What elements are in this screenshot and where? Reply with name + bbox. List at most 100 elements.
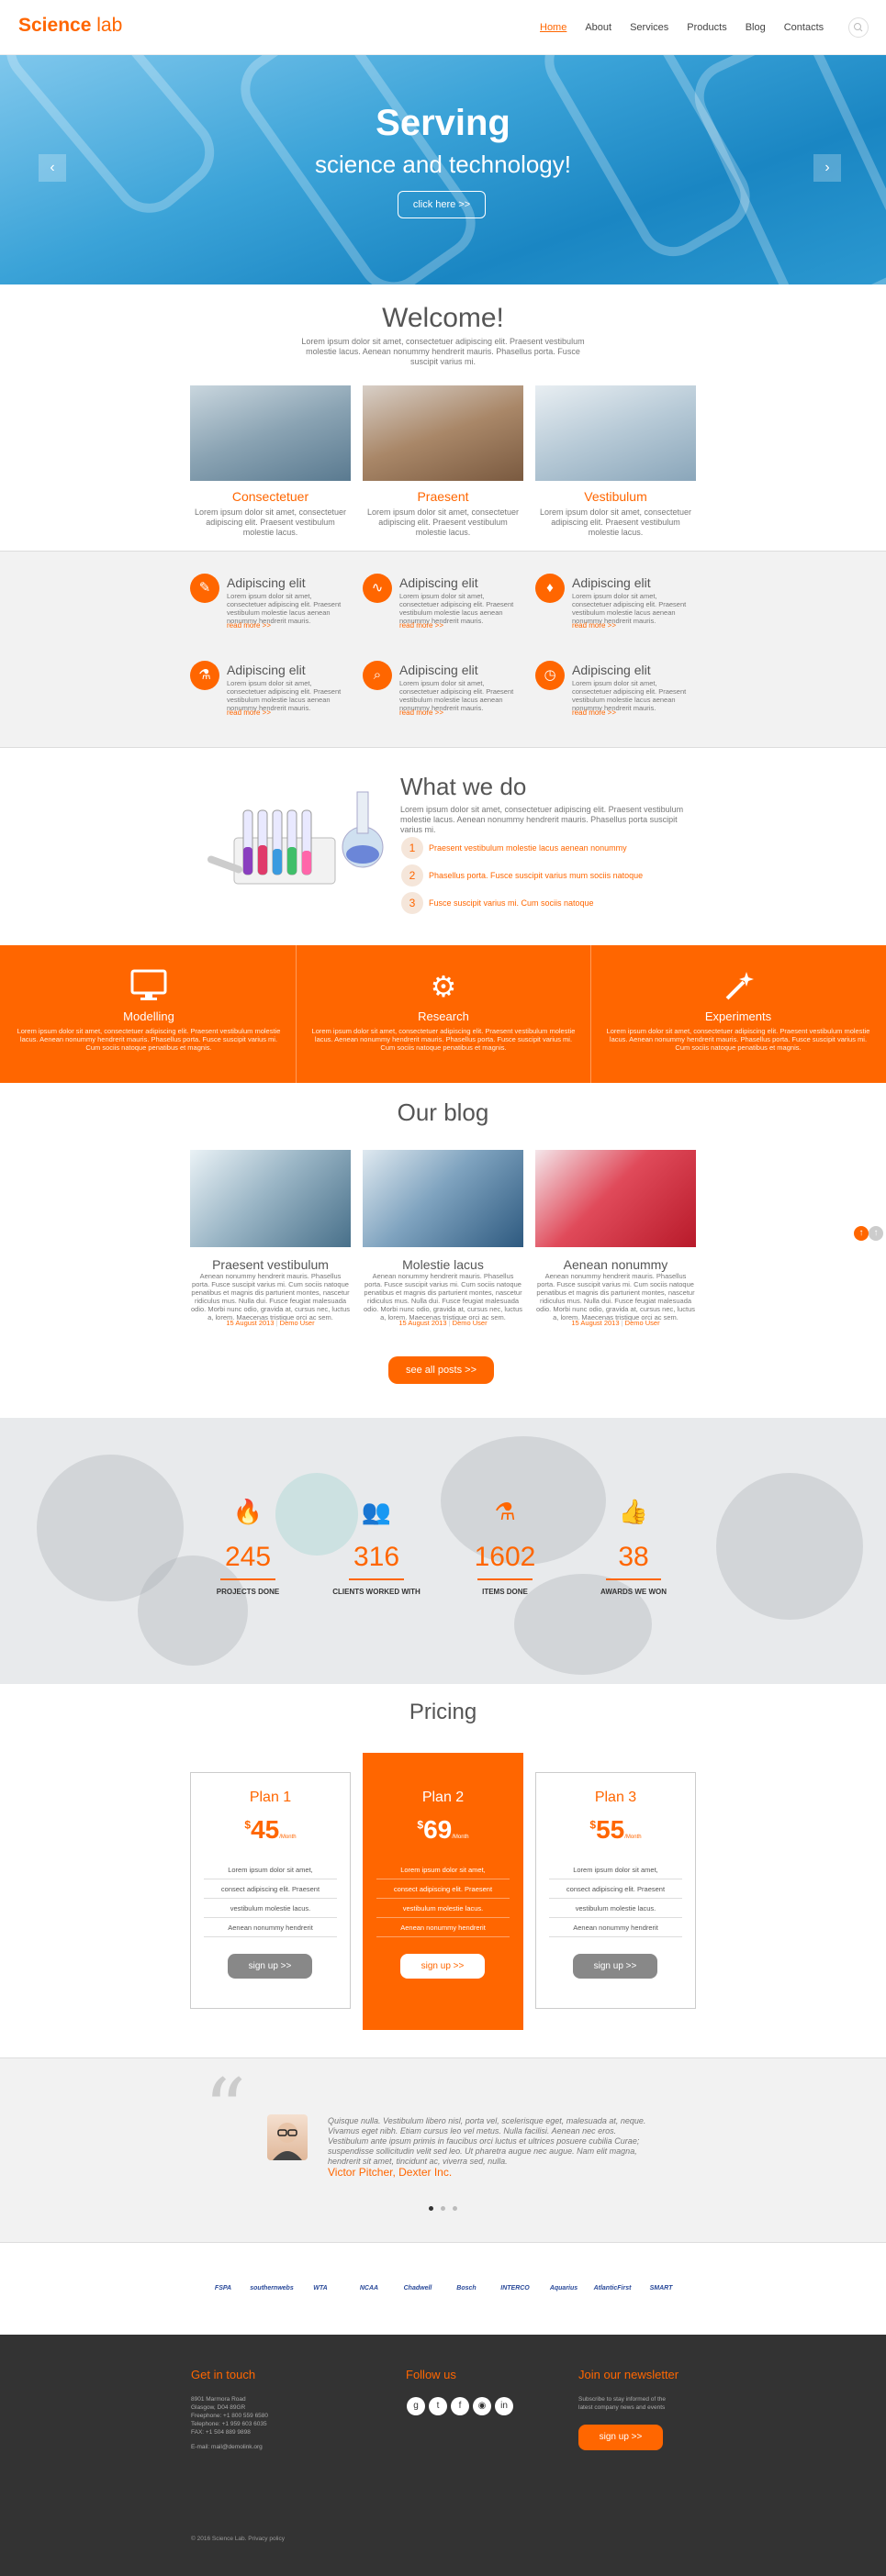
list-number: 1: [401, 837, 423, 859]
read-more-link[interactable]: read more >>: [399, 708, 443, 717]
list-item[interactable]: Fusce suscipit varius mi. Cum sociis nat…: [429, 898, 594, 908]
partner-logo[interactable]: Bosch: [443, 2279, 489, 2299]
post-author[interactable]: Demo User: [625, 1319, 660, 1327]
linkedin-icon[interactable]: in: [495, 2397, 513, 2415]
stat-label: ITEMS DONE: [482, 1588, 528, 1596]
slider-next-icon[interactable]: ›: [813, 154, 841, 182]
welcome-item-text: Lorem ipsum dolor sit amet, consectetuer…: [194, 507, 347, 537]
logo[interactable]: Science lab: [18, 15, 122, 37]
welcome-image-3: [535, 385, 696, 481]
feature-title: Adipiscing elit: [399, 575, 478, 590]
search-icon[interactable]: [848, 17, 869, 38]
read-more-link[interactable]: read more >>: [572, 621, 616, 630]
welcome-item-title[interactable]: Vestibulum: [535, 489, 696, 504]
carousel-dot-active[interactable]: [429, 2206, 433, 2211]
service-text: Lorem ipsum dolor sit amet, consectetuer…: [17, 1027, 281, 1052]
partner-logo[interactable]: Aquarius: [541, 2279, 587, 2299]
stat-label: CLIENTS WORKED WITH: [332, 1588, 421, 1596]
nav-blog[interactable]: Blog: [746, 22, 766, 33]
what-we-do-title: What we do: [400, 773, 527, 800]
google-plus-icon[interactable]: g: [407, 2397, 425, 2415]
read-more-link[interactable]: read more >>: [399, 621, 443, 630]
feature-title: Adipiscing elit: [399, 663, 478, 677]
blog-post-text: Aenean nonummy hendrerit mauris. Phasell…: [535, 1272, 695, 1321]
service-modelling[interactable]: Modelling Lorem ipsum dolor sit amet, co…: [2, 945, 296, 1083]
rss-icon[interactable]: ◉: [473, 2397, 491, 2415]
blog-post-text: Aenean nonummy hendrerit mauris. Phasell…: [190, 1272, 350, 1321]
nav-services[interactable]: Services: [630, 22, 668, 33]
blog-post-text: Aenean nonummy hendrerit mauris. Phasell…: [363, 1272, 522, 1321]
partner-logo[interactable]: WTA: [297, 2279, 343, 2299]
plan-feature: Lorem ipsum dolor sit amet,: [204, 1861, 337, 1879]
service-title: Experiments: [704, 1009, 772, 1023]
read-more-link[interactable]: read more >>: [572, 708, 616, 717]
plan-feature: vestibulum molestie lacus.: [204, 1900, 337, 1918]
stat-value: 316: [353, 1542, 400, 1572]
read-more-link[interactable]: read more >>: [227, 621, 271, 630]
feature-text: Lorem ipsum dolor sit amet, consectetuer…: [399, 592, 514, 625]
partner-logo[interactable]: southernwebs: [249, 2279, 295, 2299]
partner-logo[interactable]: Chadwell: [395, 2279, 441, 2299]
plan-name: Plan 2: [421, 1790, 465, 1805]
plan-price: $55/Month: [535, 1815, 696, 1845]
read-more-link[interactable]: read more >>: [227, 708, 271, 717]
plan-feature: vestibulum molestie lacus.: [549, 1900, 682, 1918]
price-value: 69: [423, 1815, 453, 1844]
post-author[interactable]: Demo User: [280, 1319, 315, 1327]
clock-icon: ◷: [535, 661, 565, 690]
footer-email[interactable]: E-mail: mail@demolink.org: [191, 2443, 263, 2451]
welcome-item-title[interactable]: Praesent: [363, 489, 523, 504]
carousel-dot[interactable]: [441, 2206, 445, 2211]
hero-button[interactable]: click here >>: [398, 191, 486, 218]
nav-about[interactable]: About: [585, 22, 611, 33]
plan-signup-button[interactable]: sign up >>: [400, 1954, 485, 1979]
blog-image-1[interactable]: [190, 1150, 351, 1247]
search-icon: ⌕: [363, 661, 392, 690]
scroll-up-icon[interactable]: ↑: [854, 1226, 869, 1241]
feature-title: Adipiscing elit: [227, 575, 306, 590]
service-research[interactable]: ⚙ Research Lorem ipsum dolor sit amet, c…: [297, 945, 590, 1083]
carousel-dot[interactable]: [453, 2206, 457, 2211]
partner-logo[interactable]: SMART: [638, 2279, 684, 2299]
list-item[interactable]: Praesent vestibulum molestie lacus aenea…: [429, 843, 627, 853]
welcome-image-1: [190, 385, 351, 481]
partner-logo[interactable]: FSPA: [200, 2279, 246, 2299]
see-all-posts-button[interactable]: see all posts >>: [388, 1356, 494, 1384]
newsletter-signup-button[interactable]: sign up >>: [578, 2425, 663, 2450]
blog-image-2[interactable]: [363, 1150, 523, 1247]
post-author[interactable]: Demo User: [453, 1319, 488, 1327]
blog-post-title[interactable]: Aenean nonummy: [535, 1257, 696, 1272]
gears-icon: ⚙: [430, 970, 457, 1003]
blog-image-3[interactable]: [535, 1150, 696, 1247]
list-item[interactable]: Phasellus porta. Fusce suscipit varius m…: [429, 871, 643, 880]
feature-text: Lorem ipsum dolor sit amet, consectetuer…: [399, 679, 514, 712]
partner-logo[interactable]: NCAA: [346, 2279, 392, 2299]
blog-post-title[interactable]: Molestie lacus: [363, 1257, 523, 1272]
plan-signup-button[interactable]: sign up >>: [573, 1954, 657, 1979]
nav-home[interactable]: Home: [540, 22, 566, 33]
plan-feature: consect adipiscing elit. Praesent: [204, 1880, 337, 1899]
plan-name: Plan 3: [594, 1790, 637, 1805]
plan-price: $45/Month: [190, 1815, 351, 1845]
pricing-title: Pricing: [409, 1700, 477, 1724]
price-value: 55: [596, 1815, 625, 1844]
lab-equipment-image: [197, 774, 386, 911]
partner-logo[interactable]: AtlanticFirst: [589, 2279, 635, 2299]
nav-products[interactable]: Products: [687, 22, 726, 33]
plan-signup-button[interactable]: sign up >>: [228, 1954, 312, 1979]
nav-contacts[interactable]: Contacts: [784, 22, 824, 33]
facebook-icon[interactable]: f: [451, 2397, 469, 2415]
twitter-icon[interactable]: t: [429, 2397, 447, 2415]
service-experiments[interactable]: Experiments Lorem ipsum dolor sit amet, …: [591, 945, 885, 1083]
blog-post-meta: 15 August 2013 | Demo User: [398, 1319, 488, 1327]
slider-prev-icon[interactable]: ‹: [39, 154, 66, 182]
contact-title: Get in touch: [191, 2368, 256, 2381]
blog-post-title[interactable]: Praesent vestibulum: [190, 1257, 351, 1272]
thumbs-up-icon: 👍: [618, 1498, 649, 1525]
partner-logo[interactable]: INTERCO: [492, 2279, 538, 2299]
welcome-text: Lorem ipsum dolor sit amet, consectetuer…: [301, 337, 585, 366]
scroll-up-alt-icon[interactable]: ↑: [869, 1226, 883, 1241]
plan-feature: vestibulum molestie lacus.: [376, 1900, 510, 1918]
plan-feature: Lorem ipsum dolor sit amet,: [376, 1861, 510, 1879]
welcome-item-title[interactable]: Consectetuer: [190, 489, 351, 504]
